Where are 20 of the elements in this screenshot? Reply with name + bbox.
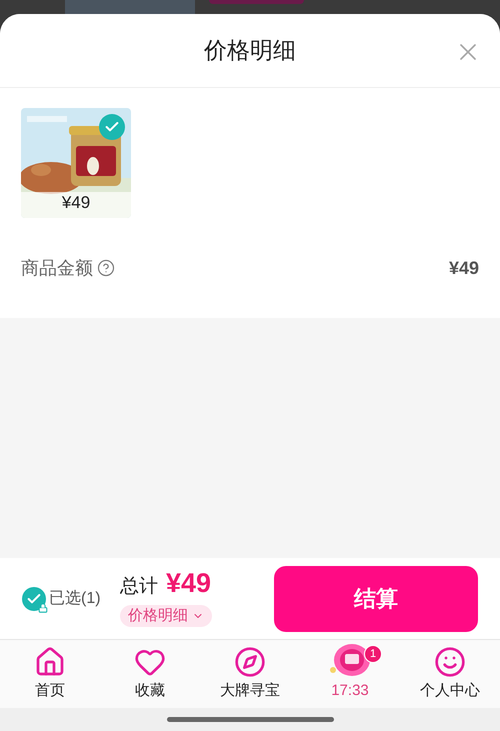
product-price: ¥49 <box>60 192 92 214</box>
smiley-icon <box>434 646 466 678</box>
tab-item[interactable]: 大牌寻宝 <box>200 640 300 708</box>
tab-item[interactable]: 17:33 1 <box>300 640 400 708</box>
selected-count: 已选(1) <box>49 588 101 608</box>
home-icon <box>34 646 66 678</box>
compass-icon <box>234 646 266 678</box>
checkout-button[interactable]: 结算 <box>274 566 478 632</box>
total-label: 总计 <box>120 575 158 600</box>
total-amount: ¥49 <box>166 570 212 598</box>
help-icon[interactable] <box>97 259 115 277</box>
summary-label: 商品金额 <box>21 256 93 280</box>
lock-check-icon[interactable] <box>22 586 46 610</box>
tab-item[interactable]: 首页 <box>0 640 100 708</box>
notification-badge: 1 <box>364 645 382 663</box>
tab-item[interactable]: 收藏 <box>100 640 200 708</box>
tab-item[interactable]: 个人中心 <box>400 640 500 708</box>
summary-amount: ¥49 <box>448 256 479 280</box>
product-card[interactable]: ¥49 <box>21 108 131 218</box>
sheet-title: 价格明细 <box>204 36 296 66</box>
